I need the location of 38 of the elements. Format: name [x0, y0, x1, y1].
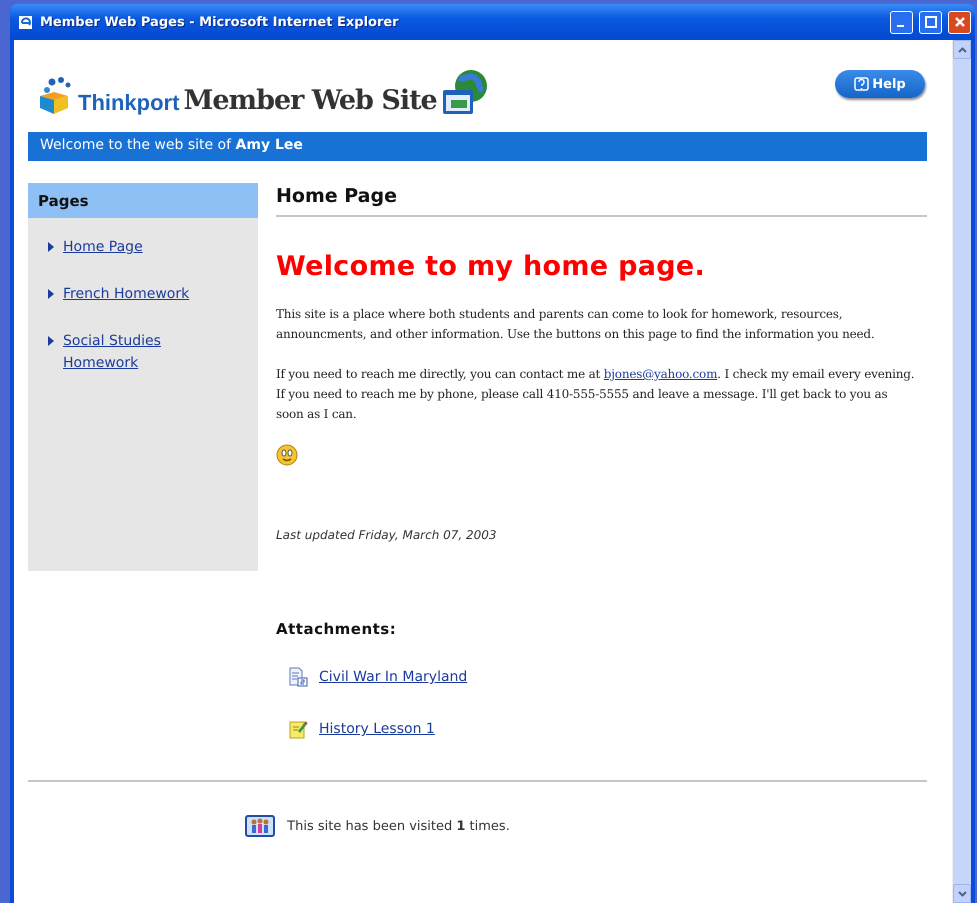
note-icon: [288, 719, 308, 739]
email-link[interactable]: bjones@yahoo.com: [604, 367, 718, 381]
minimize-button[interactable]: [890, 10, 913, 34]
scroll-down-button[interactable]: [953, 884, 971, 903]
paragraph: If you need to reach me directly, you can contact me at bjones@yahoo.com. I check my email every evening. If you need to reach me by phone, please call 410-555-5555 and leave a message. I'll get back to you as soon as I can.: [276, 366, 916, 423]
brand-name: Thinkport: [78, 90, 180, 116]
paragraph: This site is a place where both students and parents can come to look for homework, resources, announcments, and other information. Use the buttons on this page to find the information you need.: [276, 306, 876, 343]
help-button[interactable]: Help: [835, 70, 925, 98]
page-heading: Home Page: [276, 183, 927, 217]
minimize-icon: [896, 25, 904, 27]
close-icon: [954, 16, 966, 28]
scroll-up-button[interactable]: [953, 40, 971, 59]
window-title: Member Web Pages - Microsoft Internet Explorer: [40, 14, 400, 30]
welcome-bar: Welcome to the web site of Amy Lee: [28, 132, 927, 161]
document-icon: [288, 667, 308, 687]
last-updated: Last updated Friday, March 07, 2003: [276, 528, 498, 542]
attachments-title: Attachments:: [276, 620, 398, 638]
page-link[interactable]: Home Page: [63, 236, 143, 258]
scrollbar[interactable]: [952, 40, 971, 903]
sidebar-title: Pages: [28, 183, 258, 218]
attachment-link[interactable]: Civil War In Maryland: [319, 666, 468, 688]
people-icon: [245, 815, 276, 837]
bullet-icon: [48, 242, 54, 252]
bullet-icon: [48, 336, 54, 346]
close-button[interactable]: [948, 10, 971, 34]
attachment-link[interactable]: History Lesson 1: [319, 718, 435, 740]
bullet-icon: [48, 289, 54, 299]
maximize-icon: [924, 16, 936, 28]
site-title: Member Web Site: [183, 85, 437, 116]
visit-counter: This site has been visited 1 times.: [287, 818, 510, 834]
page-link[interactable]: French Homework: [63, 283, 190, 305]
browser-icon: [18, 14, 34, 30]
globe-window-icon: [440, 68, 489, 116]
smiley-icon: [276, 444, 298, 466]
welcome-heading: Welcome to my home page.: [276, 251, 706, 282]
page-link[interactable]: Social Studies Homework: [63, 330, 213, 374]
help-icon: [854, 76, 870, 92]
maximize-button[interactable]: [919, 10, 942, 34]
